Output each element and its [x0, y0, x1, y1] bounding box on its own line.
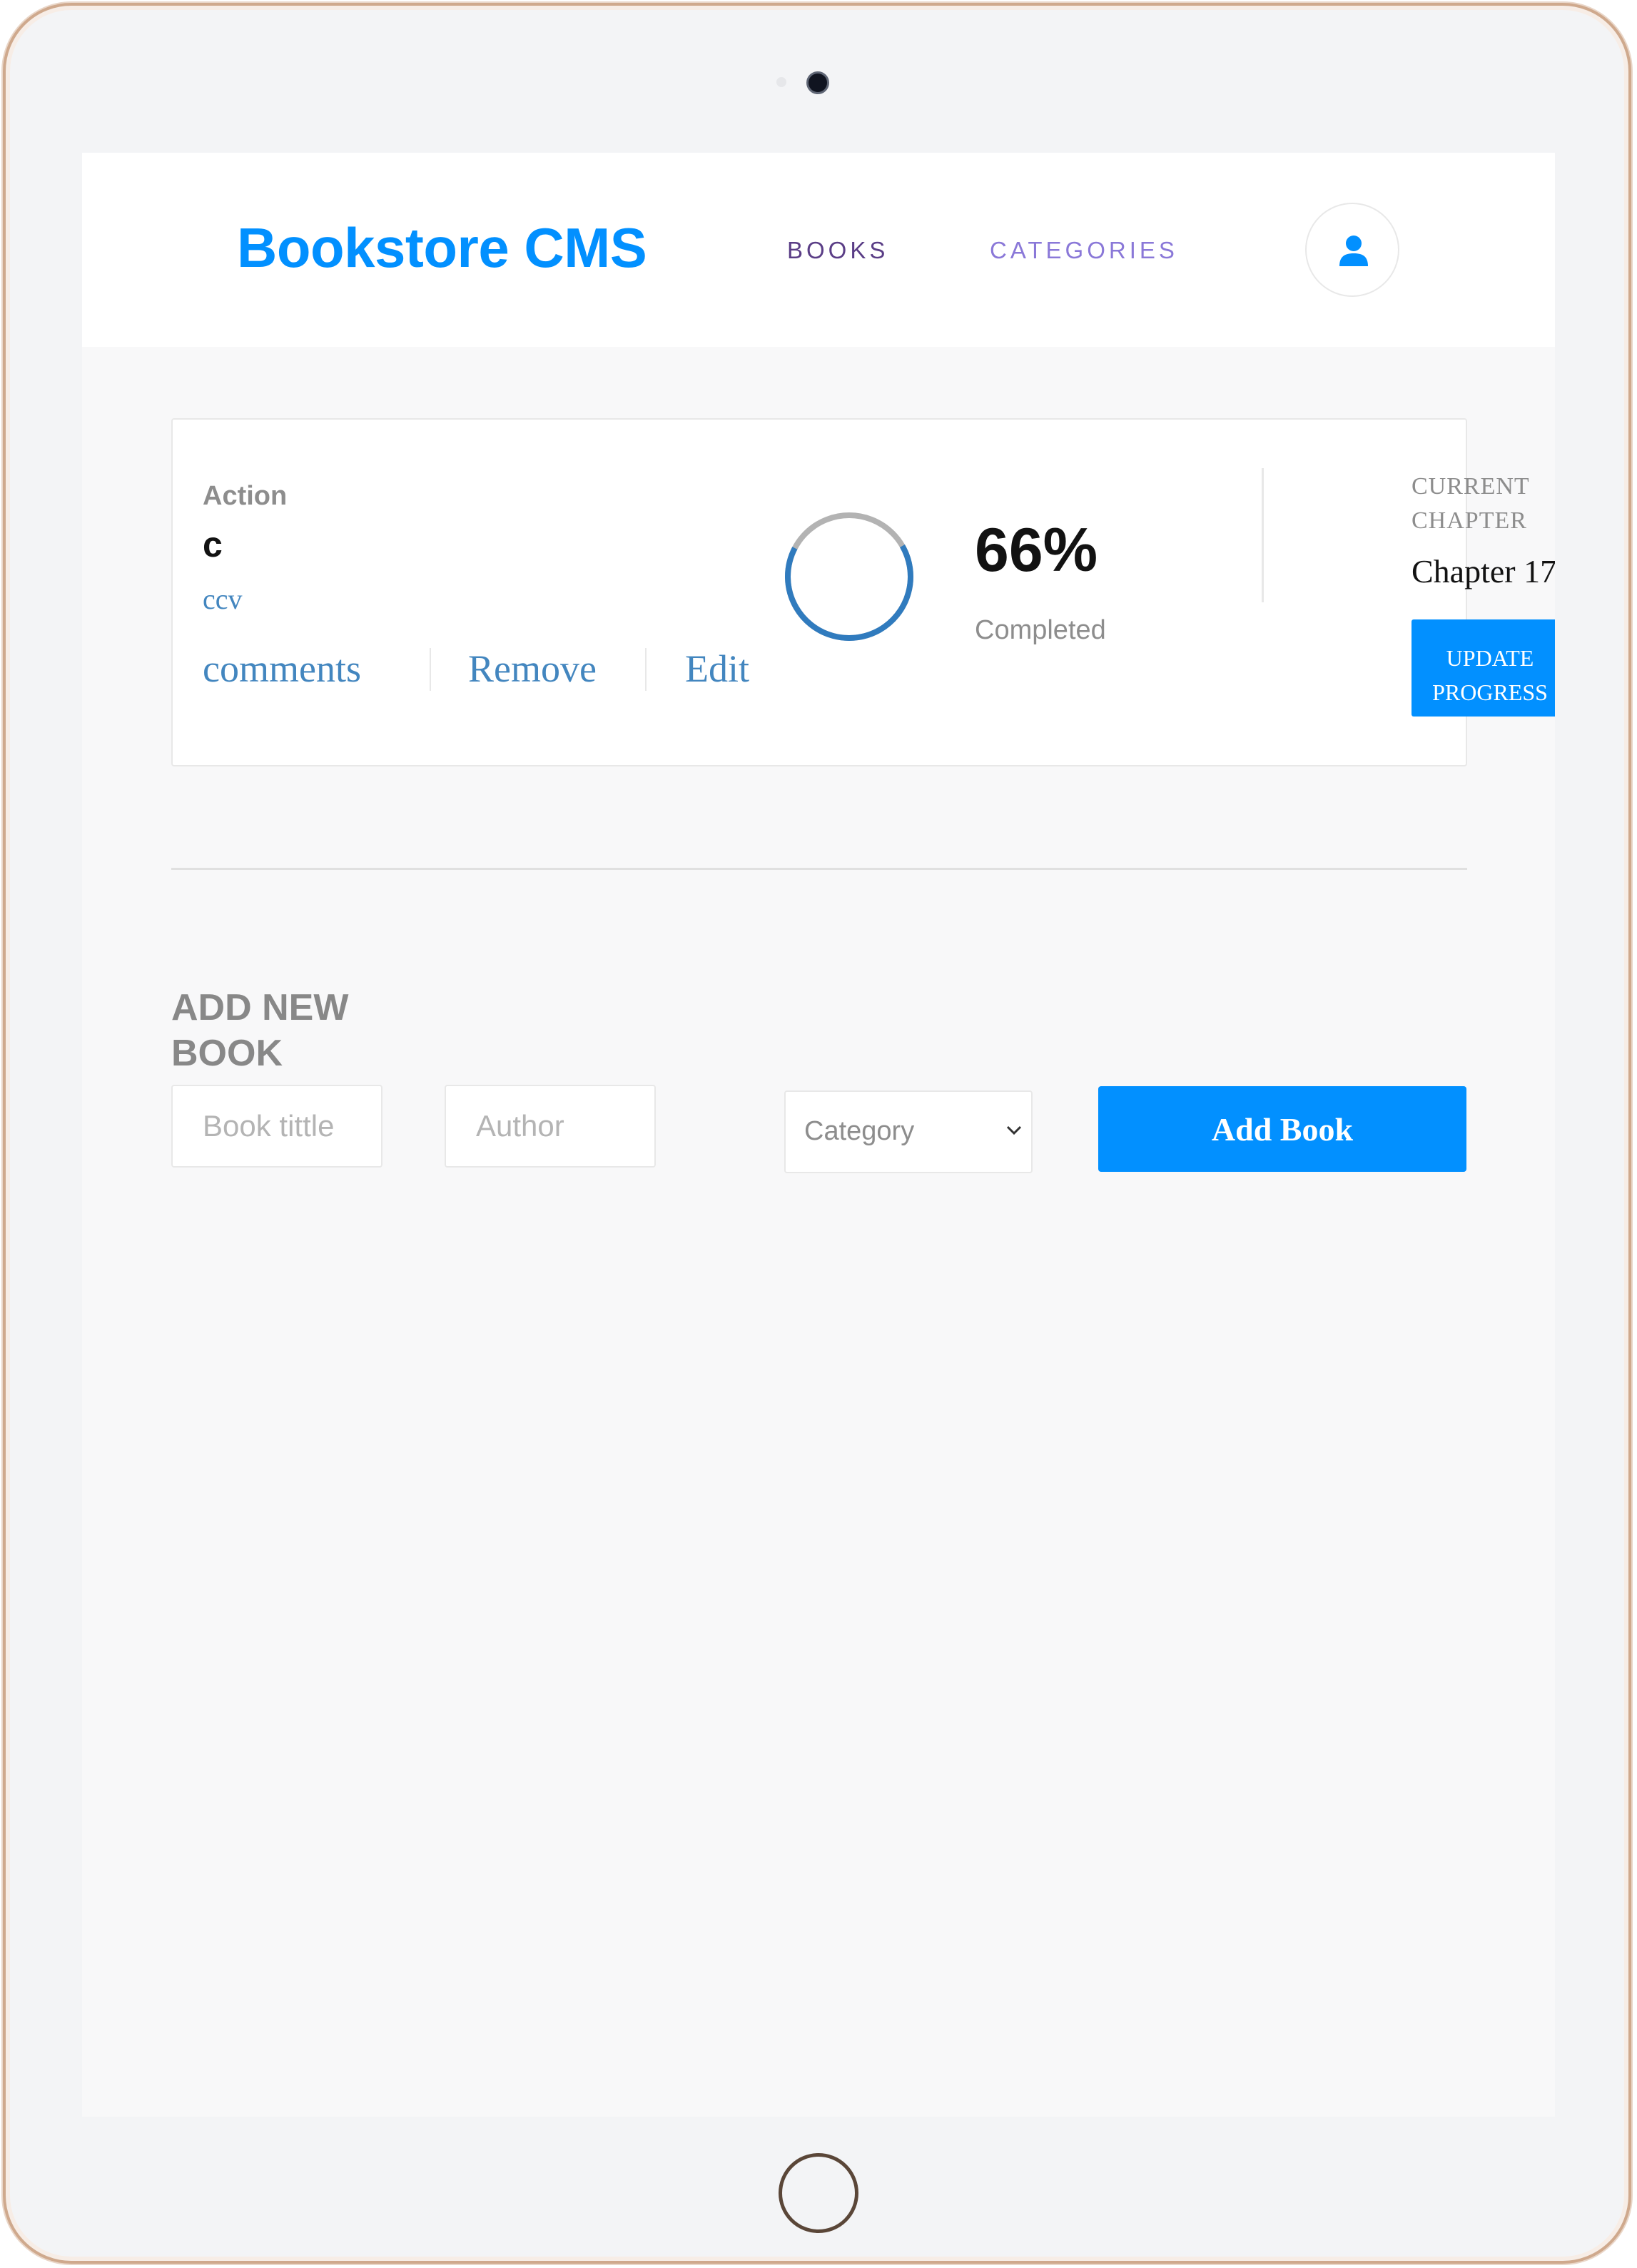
remove-button[interactable]: Remove: [468, 645, 597, 692]
brand-title[interactable]: Bookstore CMS: [237, 216, 647, 280]
book-genre: Action: [203, 481, 288, 511]
nav-books-link[interactable]: BOOKS: [787, 237, 888, 264]
action-divider: [645, 648, 647, 691]
edit-button[interactable]: Edit: [685, 645, 749, 692]
action-divider: [430, 648, 431, 691]
category-select-value: Category: [804, 1116, 915, 1146]
add-book-heading: ADD NEW BOOK: [171, 987, 349, 1074]
screen: Bookstore CMS BOOKS CATEGORIES Action c …: [82, 153, 1555, 2117]
sensor-dot: [776, 77, 786, 87]
author-input[interactable]: [445, 1085, 656, 1168]
current-chapter-label: CURRENT CHAPTER: [1412, 473, 1530, 534]
book-card: Action c ccv comments Remove Edit 66% Co…: [171, 418, 1555, 766]
chevron-down-icon: [1006, 1125, 1022, 1135]
card-divider: [1262, 468, 1264, 602]
nav-categories-link[interactable]: CATEGORIES: [990, 237, 1178, 264]
progress-ring-fill: [785, 512, 913, 641]
home-button[interactable]: [779, 2153, 858, 2233]
front-camera: [806, 71, 829, 94]
header: Bookstore CMS BOOKS CATEGORIES: [82, 153, 1555, 347]
comments-button[interactable]: comments: [203, 645, 361, 692]
update-progress-button[interactable]: UPDATE PROGRESS: [1412, 619, 1555, 717]
current-chapter-value: Chapter 17: [1412, 553, 1555, 589]
progress-percent: 66%: [975, 516, 1098, 584]
book-title: c: [203, 525, 223, 565]
progress-ring: [785, 512, 913, 641]
add-book-button[interactable]: Add Book: [1098, 1086, 1466, 1172]
book-title-input[interactable]: [171, 1085, 382, 1168]
progress-completed-label: Completed: [975, 615, 1106, 645]
category-select[interactable]: Category: [784, 1090, 1033, 1173]
user-profile-button[interactable]: [1305, 203, 1399, 297]
user-icon: [1339, 236, 1368, 266]
book-author[interactable]: ccv: [203, 582, 243, 616]
section-divider: [171, 868, 1467, 870]
